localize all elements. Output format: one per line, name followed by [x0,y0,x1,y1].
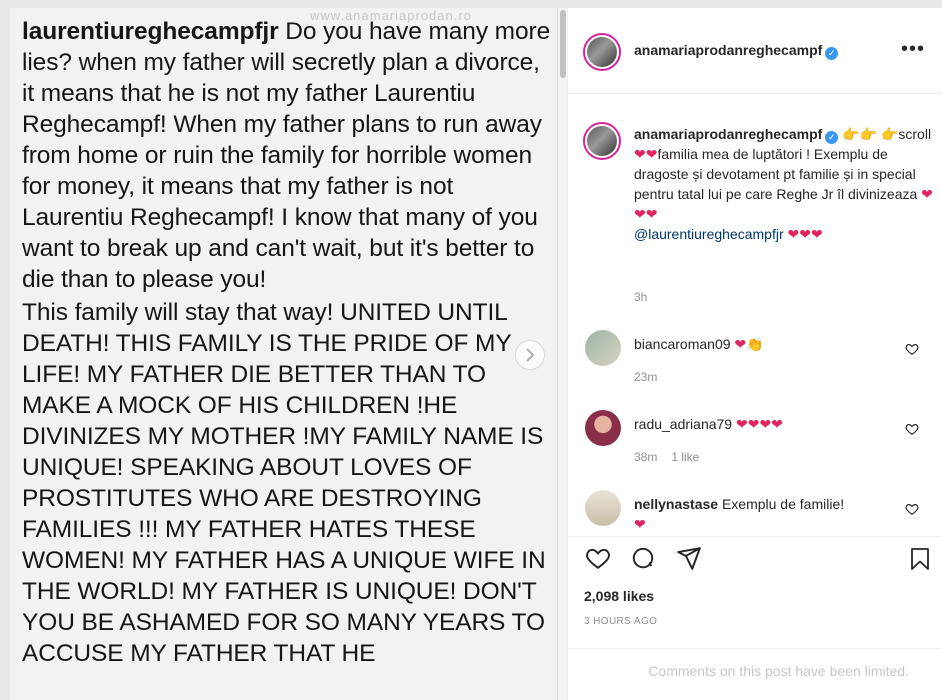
like-heart-icon[interactable] [584,545,612,571]
post-action-bar [568,536,942,576]
next-image-button[interactable] [515,340,545,370]
like-comment-heart-icon[interactable] [905,342,919,356]
comment-meta: 38m 1 like [634,450,699,464]
save-bookmark-icon[interactable] [908,545,932,573]
post-paragraph-1-text: Do you have many more lies? when my fath… [22,18,551,293]
post-image-text: laurentiureghecampfjr Do you have many m… [22,16,552,669]
author-username-text[interactable]: anamariaprodanreghecampf [634,42,822,58]
pointing-hand-emoji-2: 👉 [880,126,899,142]
comment-bubble-icon[interactable] [630,545,656,571]
likes-count[interactable]: 2,098 likes [584,588,654,604]
post-sidebar: anamariaprodanreghecampf ✓ ••• anamariapr… [567,8,942,700]
caption-text: anamariaprodanreghecampf ✓ 👉👉 👉scroll ❤❤f… [634,124,934,244]
comment-time[interactable]: 38m [634,450,657,464]
post-header: anamariaprodanreghecampf ✓ ••• [568,8,942,94]
caption-part-2: familia mea de luptători ! Exemplu de dr… [634,146,922,202]
caption-avatar[interactable] [583,122,621,160]
comment-line: biancaroman09 ❤👏 [634,334,899,354]
pointing-hand-emoji: 👉👉 [842,126,878,142]
comment-likes[interactable]: 1 like [671,450,699,464]
comment-time[interactable]: 23m [634,370,657,384]
comment-line: radu_adriana79 ❤❤❤❤ [634,414,899,434]
heart-emoji-group-a: ❤❤ [634,146,658,162]
comment-username[interactable]: biancaroman09 [634,336,731,352]
comment-text: ❤👏 [734,336,764,352]
comment-emoji: ❤ [634,516,646,532]
comment-text: Exemplu de familie! [721,496,845,512]
share-paper-plane-icon[interactable] [676,545,702,571]
more-options-icon[interactable]: ••• [901,38,925,61]
comment-line: nellynastase Exemplu de familie! ❤ [634,494,899,534]
author-username[interactable]: anamariaprodanreghecampf ✓ [634,42,839,60]
post-image: www.anamariaprodan.ro laurentiureghecamp… [10,8,557,700]
like-comment-heart-icon[interactable] [905,422,919,436]
post-paragraph-1: laurentiureghecampfjr Do you have many m… [22,16,552,295]
comments-limited-notice: Comments on this post have been limited. [568,648,942,700]
chevron-right-icon [526,348,535,362]
caption-timestamp[interactable]: 3h [634,290,647,304]
commenter-avatar[interactable] [585,490,621,526]
commenter-avatar[interactable] [585,330,621,366]
heart-emoji-group-c: ❤❤❤ [787,226,823,242]
post-timestamp[interactable]: 3 HOURS AGO [584,616,657,627]
author-avatar[interactable] [583,33,621,71]
text-scrollbar[interactable] [557,8,567,700]
comment-username[interactable]: nellynastase [634,496,718,512]
post-paragraph-2: This family will stay that way! UNITED U… [22,299,546,667]
caption-part-1: scroll [898,126,932,142]
post-handle: laurentiureghecampfjr [22,18,279,45]
verified-badge-icon: ✓ [825,131,839,144]
instagram-post-frame: www.anamariaprodan.ro laurentiureghecamp… [10,8,942,700]
verified-badge-icon: ✓ [825,47,839,60]
caption-username[interactable]: anamariaprodanreghecampf [634,126,822,142]
comment-text: ❤❤❤❤ [735,416,783,432]
like-comment-heart-icon[interactable] [905,502,919,516]
comment-meta: 23m [634,370,657,384]
caption-mention-link[interactable]: @laurentiureghecampfjr [634,226,784,242]
scrollbar-thumb[interactable] [560,10,566,78]
comment-username[interactable]: radu_adriana79 [634,416,732,432]
commenter-avatar[interactable] [585,410,621,446]
